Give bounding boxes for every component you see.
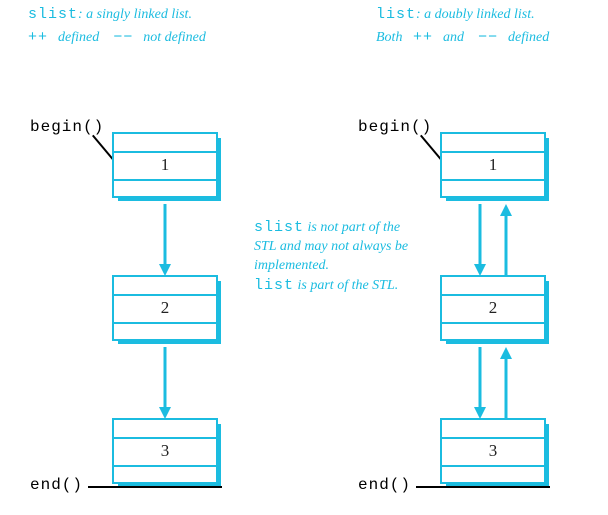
header-list: list: a doubly linked list. Both ++ and … (376, 4, 608, 48)
list-op-inc: ++ (413, 29, 443, 46)
slist-op-inc: ++ (28, 29, 58, 46)
slist-op-dec: −− (113, 29, 143, 46)
end-pointer-line (416, 486, 550, 488)
header-slist: slist: a singly linked list. ++ defined … (28, 4, 288, 48)
note-block: slist is not part of the STL and may not… (254, 218, 414, 296)
end-pointer-line (88, 486, 222, 488)
slist-name: slist (28, 6, 78, 23)
slist-arrows (112, 118, 218, 498)
slist-desc: : a singly linked list. (78, 7, 192, 22)
list-defined: defined (508, 30, 549, 45)
note-slist-kw: slist (254, 219, 304, 236)
slist-op-inc-state: defined (58, 30, 99, 45)
list-both: Both (376, 30, 402, 45)
slist-op-dec-state: not defined (143, 30, 206, 45)
end-label: end() (358, 476, 411, 494)
list-desc: : a doubly linked list. (416, 7, 535, 22)
list-arrows (440, 118, 546, 498)
list-name: list (376, 6, 416, 23)
note-list-text: is part of the STL. (294, 278, 398, 293)
list-and: and (443, 30, 464, 45)
note-list-kw: list (254, 277, 294, 294)
list-op-dec: −− (478, 29, 508, 46)
end-label: end() (30, 476, 83, 494)
